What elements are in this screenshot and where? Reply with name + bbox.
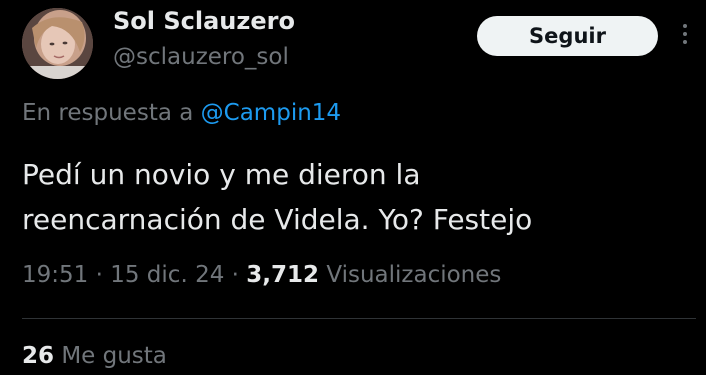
meta-separator: · xyxy=(231,262,239,288)
tweet-metadata: 19:51 · 15 dic. 24 · 3,712 Visualizacion… xyxy=(22,262,501,288)
tweet-text-line: reencarnación de Videla. Yo? Festejo xyxy=(22,203,533,236)
tweet-text-line: Pedí un novio y me dieron la xyxy=(22,158,421,191)
more-vertical-icon[interactable] xyxy=(678,24,692,50)
divider xyxy=(22,318,696,319)
follow-button[interactable]: Seguir xyxy=(477,16,658,56)
reply-mention-link[interactable]: @Campin14 xyxy=(201,100,341,126)
likes-label: Me gusta xyxy=(61,343,167,369)
likes-stat[interactable]: 26 Me gusta xyxy=(22,343,167,369)
tweet-time[interactable]: 19:51 xyxy=(22,262,88,288)
meta-separator: · xyxy=(95,262,103,288)
tweet-date[interactable]: 15 dic. 24 xyxy=(110,262,224,288)
views-count: 3,712 xyxy=(246,262,320,288)
reply-prefix: En respuesta a xyxy=(22,100,194,126)
author-display-name[interactable]: Sol Sclauzero xyxy=(113,7,295,35)
tweet-text: Pedí un novio y me dieron la reencarnaci… xyxy=(22,152,682,242)
likes-count: 26 xyxy=(22,343,55,369)
author-handle[interactable]: @sclauzero_sol xyxy=(113,44,289,70)
reply-context: En respuesta a @Campin14 xyxy=(22,100,341,126)
avatar-photo xyxy=(22,8,93,79)
avatar[interactable] xyxy=(22,8,93,79)
views-label: Visualizaciones xyxy=(326,262,502,288)
